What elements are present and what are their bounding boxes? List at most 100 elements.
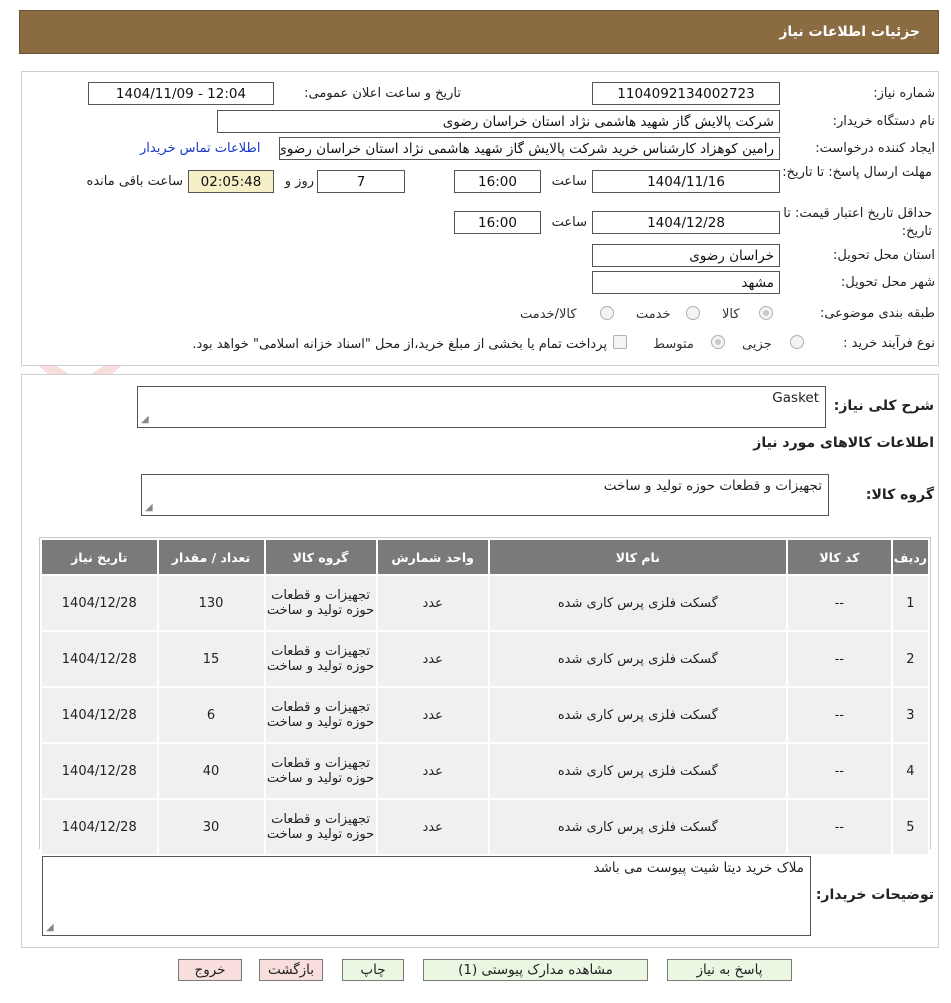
cell-row: 3 bbox=[890, 686, 931, 744]
reply-button[interactable]: پاسخ به نیاز bbox=[667, 959, 792, 981]
cell-name: گسکت فلزی پرس کاری شده bbox=[487, 630, 788, 688]
cell-group: تجهیزات و قطعات حوزه تولید و ساخت bbox=[263, 798, 378, 856]
validity-date-field: 1404/12/28 bbox=[592, 211, 780, 234]
cell-row: 5 bbox=[890, 798, 931, 856]
deadline-time-label: ساعت bbox=[551, 174, 587, 189]
summary-text: Gasket bbox=[772, 390, 819, 406]
cell-qty: 6 bbox=[156, 686, 266, 744]
goods-section-title: اطلاعات کالاهای مورد نیاز bbox=[753, 435, 934, 451]
cell-group: تجهیزات و قطعات حوزه تولید و ساخت bbox=[263, 630, 378, 688]
cell-unit: عدد bbox=[375, 798, 490, 856]
process-radio-medium[interactable] bbox=[711, 335, 725, 349]
cell-date: 1404/12/28 bbox=[40, 574, 159, 632]
remaining-label: ساعت باقی مانده bbox=[86, 174, 183, 189]
cell-date: 1404/12/28 bbox=[40, 686, 159, 744]
col-header-name: نام کالا bbox=[487, 538, 788, 576]
validity-time-field: 16:00 bbox=[454, 211, 541, 234]
cell-row: 1 bbox=[890, 574, 931, 632]
cell-unit: عدد bbox=[375, 630, 490, 688]
validity-time-label: ساعت bbox=[551, 215, 587, 230]
city-label: شهر محل تحویل: bbox=[840, 275, 935, 290]
category-option-goods-service: کالا/خدمت bbox=[520, 307, 577, 322]
treasury-payment-checkbox[interactable] bbox=[613, 335, 627, 349]
deadline-time-field: 16:00 bbox=[454, 170, 541, 193]
items-table: ردیف کد کالا نام کالا واحد شمارش گروه کا… bbox=[40, 538, 931, 856]
cell-unit: عدد bbox=[375, 686, 490, 744]
items-table-wrap: ردیف کد کالا نام کالا واحد شمارش گروه کا… bbox=[39, 537, 931, 856]
page-header: جزئیات اطلاعات نیاز bbox=[19, 10, 939, 54]
cell-date: 1404/12/28 bbox=[40, 630, 159, 688]
cell-code: -- bbox=[785, 630, 893, 688]
process-radio-minor[interactable] bbox=[790, 335, 804, 349]
cell-name: گسکت فلزی پرس کاری شده bbox=[487, 686, 788, 744]
creator-label: ایجاد کننده درخواست: bbox=[815, 141, 935, 156]
resize-grip-icon[interactable]: ◢ bbox=[141, 415, 149, 425]
cell-qty: 30 bbox=[156, 798, 266, 856]
page-title: جزئیات اطلاعات نیاز bbox=[779, 24, 920, 40]
table-row: 4 -- گسکت فلزی پرس کاری شده عدد تجهیزات … bbox=[40, 742, 931, 800]
need-number-field: 1104092134002723 bbox=[592, 82, 780, 105]
validity-label: حداقل تاریخ اعتبار قیمت: تا تاریخ: bbox=[783, 206, 932, 239]
col-header-qty: تعداد / مقدار bbox=[156, 538, 266, 576]
table-header-row: ردیف کد کالا نام کالا واحد شمارش گروه کا… bbox=[40, 538, 931, 576]
deadline-label: مهلت ارسال پاسخ: تا تاریخ: bbox=[782, 165, 932, 180]
goods-group-text: تجهیزات و قطعات حوزه تولید و ساخت bbox=[603, 478, 822, 494]
print-button[interactable]: چاپ bbox=[342, 959, 404, 981]
cell-code: -- bbox=[785, 686, 893, 744]
summary-textarea[interactable]: Gasket ◢ bbox=[137, 386, 826, 428]
category-option-goods: کالا bbox=[722, 307, 740, 322]
buyer-notes-textarea[interactable]: ملاک خرید دیتا شیت پیوست می باشد ◢ bbox=[42, 856, 811, 936]
cell-date: 1404/12/28 bbox=[40, 798, 159, 856]
goods-group-textarea[interactable]: تجهیزات و قطعات حوزه تولید و ساخت ◢ bbox=[141, 474, 829, 516]
summary-label: شرح کلی نیاز: bbox=[833, 398, 934, 414]
resize-grip-icon[interactable]: ◢ bbox=[145, 503, 153, 513]
province-field: خراسان رضوی bbox=[592, 244, 780, 267]
province-label: استان محل تحویل: bbox=[833, 248, 935, 263]
process-option-medium: متوسط bbox=[653, 337, 694, 352]
cell-code: -- bbox=[785, 798, 893, 856]
announce-label: تاریخ و ساعت اعلان عمومی: bbox=[304, 86, 461, 101]
category-label: طبقه بندی موضوعی: bbox=[819, 306, 935, 321]
view-attachments-button[interactable]: مشاهده مدارک پیوستی (1) bbox=[423, 959, 648, 981]
table-row: 1 -- گسکت فلزی پرس کاری شده عدد تجهیزات … bbox=[40, 574, 931, 632]
buyer-label: نام دستگاه خریدار: bbox=[832, 114, 935, 129]
cell-name: گسکت فلزی پرس کاری شده bbox=[487, 798, 788, 856]
category-radio-goods[interactable] bbox=[759, 306, 773, 320]
buyer-contact-link[interactable]: اطلاعات تماس خریدار bbox=[140, 141, 260, 156]
cell-qty: 40 bbox=[156, 742, 266, 800]
cell-group: تجهیزات و قطعات حوزه تولید و ساخت bbox=[263, 574, 378, 632]
buyer-field: شرکت پالایش گاز شهید هاشمی نژاد استان خر… bbox=[217, 110, 780, 133]
process-option-minor: جزیی bbox=[742, 337, 772, 352]
cell-qty: 130 bbox=[156, 574, 266, 632]
cell-code: -- bbox=[785, 742, 893, 800]
cell-group: تجهیزات و قطعات حوزه تولید و ساخت bbox=[263, 742, 378, 800]
table-row: 2 -- گسکت فلزی پرس کاری شده عدد تجهیزات … bbox=[40, 630, 931, 688]
col-header-unit: واحد شمارش bbox=[375, 538, 490, 576]
cell-unit: عدد bbox=[375, 742, 490, 800]
city-field: مشهد bbox=[592, 271, 780, 294]
resize-grip-icon[interactable]: ◢ bbox=[46, 923, 54, 933]
cell-row: 2 bbox=[890, 630, 931, 688]
category-radio-goods-service[interactable] bbox=[600, 306, 614, 320]
cell-code: -- bbox=[785, 574, 893, 632]
need-number-label: شماره نیاز: bbox=[873, 86, 935, 101]
col-header-date: تاریخ نیاز bbox=[40, 538, 159, 576]
days-field: 7 bbox=[317, 170, 405, 193]
cell-name: گسکت فلزی پرس کاری شده bbox=[487, 742, 788, 800]
cell-name: گسکت فلزی پرس کاری شده bbox=[487, 574, 788, 632]
cell-unit: عدد bbox=[375, 574, 490, 632]
deadline-date-field: 1404/11/16 bbox=[592, 170, 780, 193]
payment-note: پرداخت تمام یا بخشی از مبلغ خرید،از محل … bbox=[192, 337, 607, 352]
category-option-service: خدمت bbox=[636, 307, 671, 322]
cell-date: 1404/12/28 bbox=[40, 742, 159, 800]
buyer-notes-text: ملاک خرید دیتا شیت پیوست می باشد bbox=[593, 860, 804, 876]
col-header-code: کد کالا bbox=[785, 538, 893, 576]
days-label: روز و bbox=[284, 174, 314, 189]
goods-group-label: گروه کالا: bbox=[865, 487, 934, 503]
exit-button[interactable]: خروج bbox=[178, 959, 242, 981]
col-header-row: ردیف bbox=[890, 538, 931, 576]
back-button[interactable]: بازگشت bbox=[259, 959, 323, 981]
remaining-time-field: 02:05:48 bbox=[188, 170, 274, 193]
category-radio-service[interactable] bbox=[686, 306, 700, 320]
buyer-notes-label: توضیحات خریدار: bbox=[815, 887, 934, 903]
